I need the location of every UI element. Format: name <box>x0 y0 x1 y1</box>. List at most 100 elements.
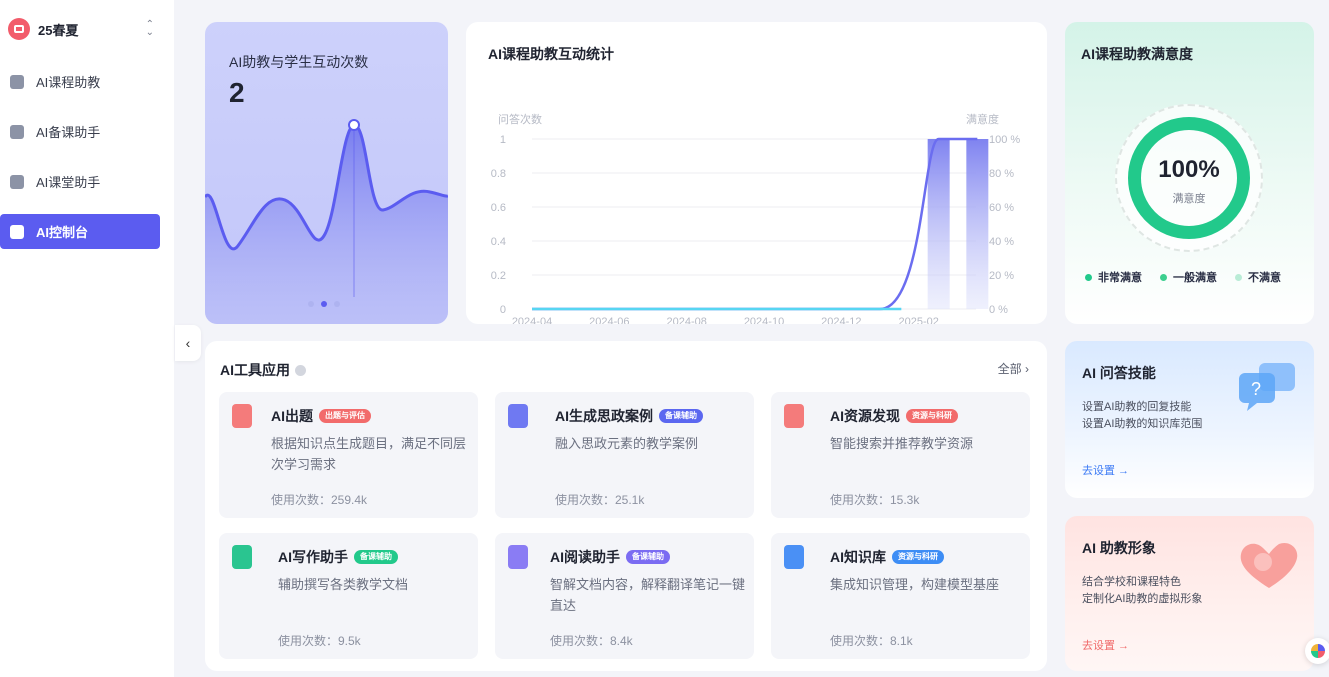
svg-text:?: ? <box>1251 379 1261 399</box>
tool-name: AI阅读助手 备课辅助 <box>550 547 670 567</box>
info-icon[interactable] <box>295 364 306 376</box>
ai-tools-card: AI工具应用 全部 › AI出题 出题与评估 根据知识点生成题目，满足不同层次学习… <box>205 341 1047 671</box>
tool-tag: 出题与评估 <box>319 409 371 423</box>
tool-tag: 资源与科研 <box>906 409 958 423</box>
tool-desc: 辅助撰写各类教学文档 <box>278 577 409 592</box>
case-book-icon <box>508 404 528 428</box>
satisfaction-legend: 非常满意 一般满意 不满意 <box>1085 269 1281 285</box>
knowledge-base-icon <box>784 545 804 569</box>
chat-bubble-icon: ? <box>1239 363 1295 411</box>
legend-item-very-satisfied: 非常满意 <box>1085 269 1142 285</box>
course-name: 25春夏 <box>38 22 79 38</box>
chevron-updown-icon[interactable]: ⌃ ⌄ <box>146 20 154 38</box>
tool-card-ai-resource[interactable]: AI资源发现 资源与科研 智能搜索并推荐教学资源 使用次数：15.3k <box>771 392 1030 518</box>
y-tick-label: 0.6 <box>491 202 506 214</box>
qa-skill-desc: 设置AI助教的回复技能 设置AI助教的知识库范围 <box>1082 401 1203 430</box>
interaction-title: AI助教与学生互动次数 <box>229 54 369 70</box>
assistant-float-button[interactable] <box>1305 638 1329 664</box>
sidebar-item-ai-console[interactable]: AI控制台 <box>0 214 160 249</box>
avatar-setup-link[interactable]: 去设置 → <box>1082 637 1129 653</box>
tool-desc: 智解文档内容，解释翻译笔记一键直达 <box>550 577 746 613</box>
assistant-logo-icon <box>1311 644 1325 658</box>
y2-tick-label: 0 % <box>989 304 1008 316</box>
y-tick-label: 0.2 <box>491 270 506 282</box>
tool-card-ai-knowledge-base[interactable]: AI知识库 资源与科研 集成知识管理，构建模型基座 使用次数：8.1k <box>771 533 1030 659</box>
tool-usage: 使用次数：25.1k <box>555 493 645 507</box>
avatar-heart-icon <box>1240 542 1298 588</box>
tool-name: AI出题 出题与评估 <box>271 406 371 426</box>
series-line <box>532 137 978 311</box>
tool-card-ai-ideology-case[interactable]: AI生成思政案例 备课辅助 融入思政元素的教学案例 使用次数：25.1k <box>495 392 754 518</box>
tool-tag: 备课辅助 <box>659 409 703 423</box>
tool-desc: 集成知识管理，构建模型基座 <box>830 577 1000 592</box>
reading-icon <box>508 545 528 569</box>
tool-card-ai-reading[interactable]: AI阅读助手 备课辅助 智解文档内容，解释翻译笔记一键直达 使用次数：8.4k <box>495 533 754 659</box>
course-selector[interactable]: 25春夏 ⌃ ⌄ <box>8 18 158 40</box>
interaction-count-card: AI助教与学生互动次数 2 <box>205 22 448 324</box>
y-tick-label: 1 <box>500 134 506 146</box>
wave-peak-marker <box>348 119 360 131</box>
interaction-stats-chart-card: AI课程助教互动统计 问答次数 满意度 0 0.2 0.4 0.6 0.8 1 0 % 20 % 4… <box>466 22 1047 324</box>
x-tick-label: 2024-12 <box>821 316 861 324</box>
legend-item-satisfied: 一般满意 <box>1160 269 1217 285</box>
y2-axis-label: 满意度 <box>966 112 999 126</box>
resource-search-icon <box>784 404 804 428</box>
qa-skill-card: AI 问答技能 设置AI助教的回复技能 设置AI助教的知识库范围 去设置 → ? <box>1065 341 1314 498</box>
interaction-stats-chart: 问答次数 满意度 0 0.2 0.4 0.6 0.8 1 0 % 20 % 40 % 60 % 80 %… <box>491 112 1021 324</box>
view-all-link[interactable]: 全部 › <box>998 360 1029 377</box>
satisfaction-card: AI课程助教满意度 100% 满意度 非常满意 一般满意 不满意 <box>1065 22 1314 324</box>
carousel-dots <box>308 301 340 307</box>
sidebar-item-ai-classroom[interactable]: AI课堂助手 <box>0 164 160 199</box>
tool-name: AI知识库 资源与科研 <box>830 547 944 567</box>
tool-card-ai-question[interactable]: AI出题 出题与评估 根据知识点生成题目，满足不同层次学习需求 使用次数：259.… <box>219 392 478 518</box>
sidebar-item-label: AI控制台 <box>36 225 89 240</box>
tool-name: AI资源发现 资源与科研 <box>830 406 958 426</box>
tool-usage: 使用次数：9.5k <box>278 634 361 648</box>
tool-card-ai-writing[interactable]: AI写作助手 备课辅助 辅助撰写各类教学文档 使用次数：9.5k <box>219 533 478 659</box>
tool-tag: 备课辅助 <box>354 550 398 564</box>
carousel-dot[interactable] <box>308 301 314 307</box>
y2-tick-label: 40 % <box>989 236 1014 248</box>
satisfaction-subtitle: 满意度 <box>1172 193 1206 205</box>
y2-tick-label: 80 % <box>989 168 1014 180</box>
tool-desc: 融入思政元素的教学案例 <box>555 436 699 451</box>
avatar-desc: 结合学校和课程特色 定制化AI助教的虚拟形象 <box>1082 576 1203 605</box>
chevron-left-icon: ‹ <box>185 335 191 351</box>
tool-name: AI生成思政案例 备课辅助 <box>555 406 703 426</box>
qa-skill-setup-link[interactable]: 去设置 → <box>1082 462 1129 478</box>
tool-usage: 使用次数：8.1k <box>830 634 913 648</box>
y2-tick-label: 20 % <box>989 270 1014 282</box>
avatar-title: AI 助教形象 <box>1082 540 1156 556</box>
bar-mark <box>966 139 989 309</box>
collapse-sidebar-button[interactable]: ‹ <box>175 325 201 361</box>
sidebar-item-label: AI课程助教 <box>36 75 101 90</box>
assistant-icon <box>10 74 24 89</box>
x-tick-label: 2025-02 <box>898 316 938 324</box>
x-tick-label: 2024-10 <box>744 316 784 324</box>
y-tick-label: 0.4 <box>491 236 506 248</box>
satisfaction-percent: 100% <box>1158 156 1220 183</box>
qa-skill-title: AI 问答技能 <box>1082 365 1156 381</box>
satisfaction-title: AI课程助教满意度 <box>1081 46 1193 62</box>
tool-usage: 使用次数：15.3k <box>830 493 920 507</box>
tool-name: AI写作助手 备课辅助 <box>278 547 398 567</box>
sidebar-nav: AI课程助教 AI备课助手 AI课堂助手 AI控制台 <box>0 64 174 264</box>
x-tick-label: 2024-04 <box>512 316 552 324</box>
course-logo-icon <box>8 18 30 40</box>
sidebar-item-label: AI课堂助手 <box>36 175 101 190</box>
sidebar-item-ai-course-assistant[interactable]: AI课程助教 <box>0 64 160 99</box>
interaction-value: 2 <box>229 77 245 108</box>
sidebar-item-ai-lesson-prep[interactable]: AI备课助手 <box>0 114 160 149</box>
tool-tag: 备课辅助 <box>626 550 670 564</box>
tools-title: AI工具应用 <box>220 360 306 380</box>
writing-icon <box>232 545 252 569</box>
carousel-dot[interactable] <box>334 301 340 307</box>
avatar-card: AI 助教形象 结合学校和课程特色 定制化AI助教的虚拟形象 去设置 → <box>1065 516 1314 671</box>
tool-desc: 智能搜索并推荐教学资源 <box>830 436 974 451</box>
tool-tag: 资源与科研 <box>892 550 944 564</box>
tool-usage: 使用次数：8.4k <box>550 634 633 648</box>
console-icon <box>10 224 24 239</box>
y2-tick-label: 60 % <box>989 202 1014 214</box>
sidebar-item-label: AI备课助手 <box>36 125 101 140</box>
carousel-dot-active[interactable] <box>321 301 327 307</box>
